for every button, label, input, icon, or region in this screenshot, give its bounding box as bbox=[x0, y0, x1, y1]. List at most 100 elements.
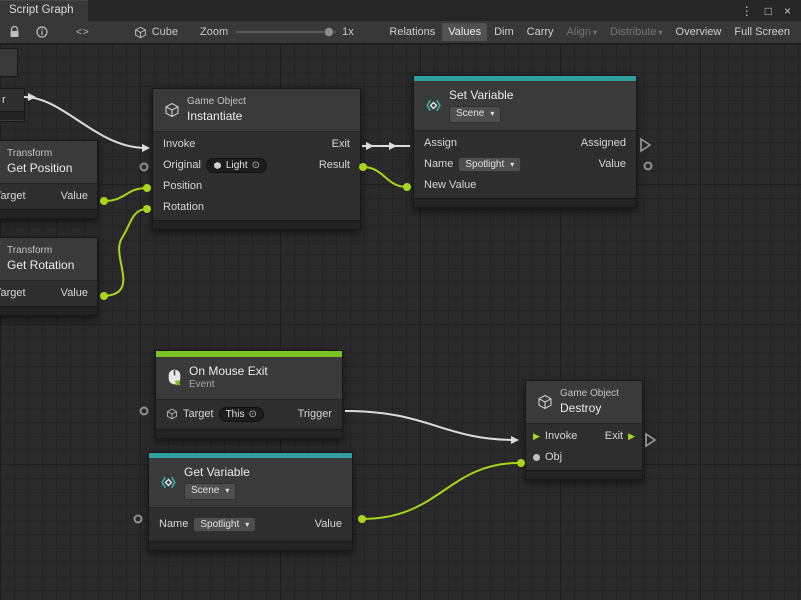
port-row: Rotation bbox=[153, 197, 360, 218]
relations-button[interactable]: Relations bbox=[383, 23, 441, 41]
dim-button[interactable]: Dim bbox=[488, 23, 520, 41]
value-port-label[interactable]: Value bbox=[61, 287, 88, 299]
zoom-value: 1x bbox=[342, 26, 354, 38]
variable-scope-dropdown[interactable]: Scene ▾ bbox=[449, 106, 501, 123]
object-picker-icon[interactable]: ⊙ bbox=[252, 160, 260, 171]
invoke-port-arrow-icon[interactable]: ▶ bbox=[533, 432, 540, 441]
port-triangle-assigned[interactable] bbox=[641, 139, 650, 151]
node-destroy[interactable]: Game Object Destroy ▶ Invoke Exit ▶ Obj bbox=[525, 380, 643, 480]
port-circle-name[interactable] bbox=[135, 516, 142, 523]
wire-data-obj bbox=[362, 463, 519, 519]
zoom-slider-handle[interactable] bbox=[324, 27, 334, 37]
variable-scope-dropdown[interactable]: Scene ▾ bbox=[184, 483, 236, 500]
info-icon[interactable] bbox=[32, 26, 52, 38]
port-circle-value-out[interactable] bbox=[645, 163, 652, 170]
wire-control-3 bbox=[345, 411, 517, 440]
light-object-icon bbox=[213, 161, 222, 170]
target-port-label[interactable]: Target bbox=[0, 190, 26, 202]
graph-canvas[interactable]: r Transform Get Position Target Value bbox=[0, 44, 801, 600]
tab-script-graph[interactable]: Script Graph bbox=[0, 0, 88, 21]
node-type-label: Game Object bbox=[187, 96, 246, 109]
exit-port-label[interactable]: Exit bbox=[605, 430, 623, 442]
node-header[interactable]: Transform Get Rotation bbox=[0, 238, 97, 281]
obj-port-dot-icon[interactable] bbox=[533, 454, 540, 461]
overview-button[interactable]: Overview bbox=[670, 23, 728, 41]
variable-name-value: Spotlight bbox=[465, 159, 504, 170]
target-port-label[interactable]: Target bbox=[183, 408, 214, 420]
node-instantiate[interactable]: Game Object Instantiate Invoke Exit Orig… bbox=[152, 88, 361, 230]
node-title: Instantiate bbox=[187, 109, 246, 124]
node-footer bbox=[0, 209, 97, 218]
graph-context[interactable]: Cube bbox=[134, 26, 178, 39]
invoke-port-label[interactable]: Invoke bbox=[163, 138, 195, 150]
wires-layer bbox=[0, 44, 801, 600]
exit-port-label[interactable]: Exit bbox=[332, 138, 350, 150]
node-title: Get Variable bbox=[184, 465, 250, 480]
assign-port-label[interactable]: Assign bbox=[424, 137, 457, 149]
name-port-label[interactable]: Name bbox=[159, 518, 188, 530]
trigger-port-label[interactable]: Trigger bbox=[298, 408, 332, 420]
rotation-port-label[interactable]: Rotation bbox=[163, 201, 204, 213]
original-object-field[interactable]: Light ⊙ bbox=[206, 158, 267, 173]
assigned-port-label[interactable]: Assigned bbox=[581, 137, 626, 149]
toolbar-buttons: Relations Values Dim Carry Align▾ Distri… bbox=[383, 23, 796, 41]
chevron-down-icon: ▾ bbox=[225, 486, 229, 496]
node-get-position[interactable]: Transform Get Position Target Value bbox=[0, 140, 98, 219]
code-view-icon[interactable]: <> bbox=[76, 27, 90, 38]
node-title: Get Position bbox=[7, 161, 72, 176]
values-button[interactable]: Values bbox=[442, 23, 487, 41]
port-row: Position bbox=[153, 176, 360, 197]
target-object-field[interactable]: This ⊙ bbox=[219, 407, 264, 422]
node-fragment-wire-source[interactable]: r bbox=[0, 88, 25, 122]
wire-data-rotation bbox=[104, 209, 147, 296]
invoke-port-label[interactable]: Invoke bbox=[545, 430, 577, 442]
variable-icon bbox=[160, 474, 177, 491]
carry-button[interactable]: Carry bbox=[521, 23, 560, 41]
port-circle-original[interactable] bbox=[141, 164, 148, 171]
object-picker-icon[interactable]: ⊙ bbox=[248, 409, 256, 420]
node-header[interactable]: On Mouse Exit Event bbox=[156, 357, 342, 400]
variable-name-dropdown[interactable]: Spotlight ▾ bbox=[193, 517, 256, 532]
value-port-label[interactable]: Value bbox=[599, 158, 626, 170]
fragment-port-row: r bbox=[0, 89, 24, 111]
node-header[interactable]: Get Variable Scene ▾ bbox=[149, 458, 352, 508]
full-screen-button[interactable]: Full Screen bbox=[728, 23, 796, 41]
menu-icon[interactable]: ⋮ bbox=[741, 4, 753, 18]
node-fragment-top[interactable] bbox=[0, 48, 18, 77]
node-header[interactable]: Game Object Instantiate bbox=[153, 89, 360, 132]
node-footer bbox=[0, 306, 97, 315]
original-port-label[interactable]: Original bbox=[163, 159, 201, 171]
variable-name-dropdown[interactable]: Spotlight ▾ bbox=[458, 157, 521, 172]
graph-toolbar: <> Cube Zoom 1x Relations Values Dim Car… bbox=[0, 21, 801, 44]
node-get-variable[interactable]: Get Variable Scene ▾ Name Spotlight ▾ Va… bbox=[148, 452, 353, 551]
align-button[interactable]: Align▾ bbox=[561, 23, 603, 41]
new-value-port-label[interactable]: New Value bbox=[424, 179, 476, 191]
lock-icon[interactable] bbox=[5, 26, 24, 38]
port-arrow-in bbox=[142, 144, 150, 152]
result-port-label[interactable]: Result bbox=[319, 159, 350, 171]
value-port-label[interactable]: Value bbox=[315, 518, 342, 530]
distribute-button-label: Distribute bbox=[610, 26, 656, 38]
node-on-mouse-exit[interactable]: On Mouse Exit Event Target This ⊙ Trigge… bbox=[155, 350, 343, 439]
distribute-button[interactable]: Distribute▾ bbox=[604, 23, 668, 41]
cube-icon bbox=[537, 394, 553, 410]
position-port-label[interactable]: Position bbox=[163, 180, 202, 192]
node-get-rotation[interactable]: Transform Get Rotation Target Value bbox=[0, 237, 98, 316]
obj-port-label[interactable]: Obj bbox=[545, 451, 562, 463]
close-icon[interactable]: × bbox=[784, 4, 791, 18]
zoom-slider[interactable] bbox=[236, 26, 336, 38]
port-triangle-destroy-exit[interactable] bbox=[646, 434, 655, 446]
target-port-label[interactable]: Target bbox=[0, 287, 26, 299]
port-circle-target[interactable] bbox=[141, 408, 148, 415]
node-set-variable[interactable]: Set Variable Scene ▾ Assign Assigned Nam… bbox=[413, 75, 637, 208]
maximize-icon[interactable]: □ bbox=[765, 4, 772, 18]
value-port-label[interactable]: Value bbox=[61, 190, 88, 202]
node-header[interactable]: Game Object Destroy bbox=[526, 381, 642, 424]
exit-port-arrow-icon[interactable]: ▶ bbox=[628, 432, 635, 441]
name-port-label[interactable]: Name bbox=[424, 158, 453, 170]
node-header[interactable]: Set Variable Scene ▾ bbox=[414, 81, 636, 131]
wire-data-position bbox=[104, 188, 147, 201]
node-header[interactable]: Transform Get Position bbox=[0, 141, 97, 184]
port-arrow-assign bbox=[389, 142, 397, 150]
port-arrow-invoke bbox=[511, 436, 519, 444]
